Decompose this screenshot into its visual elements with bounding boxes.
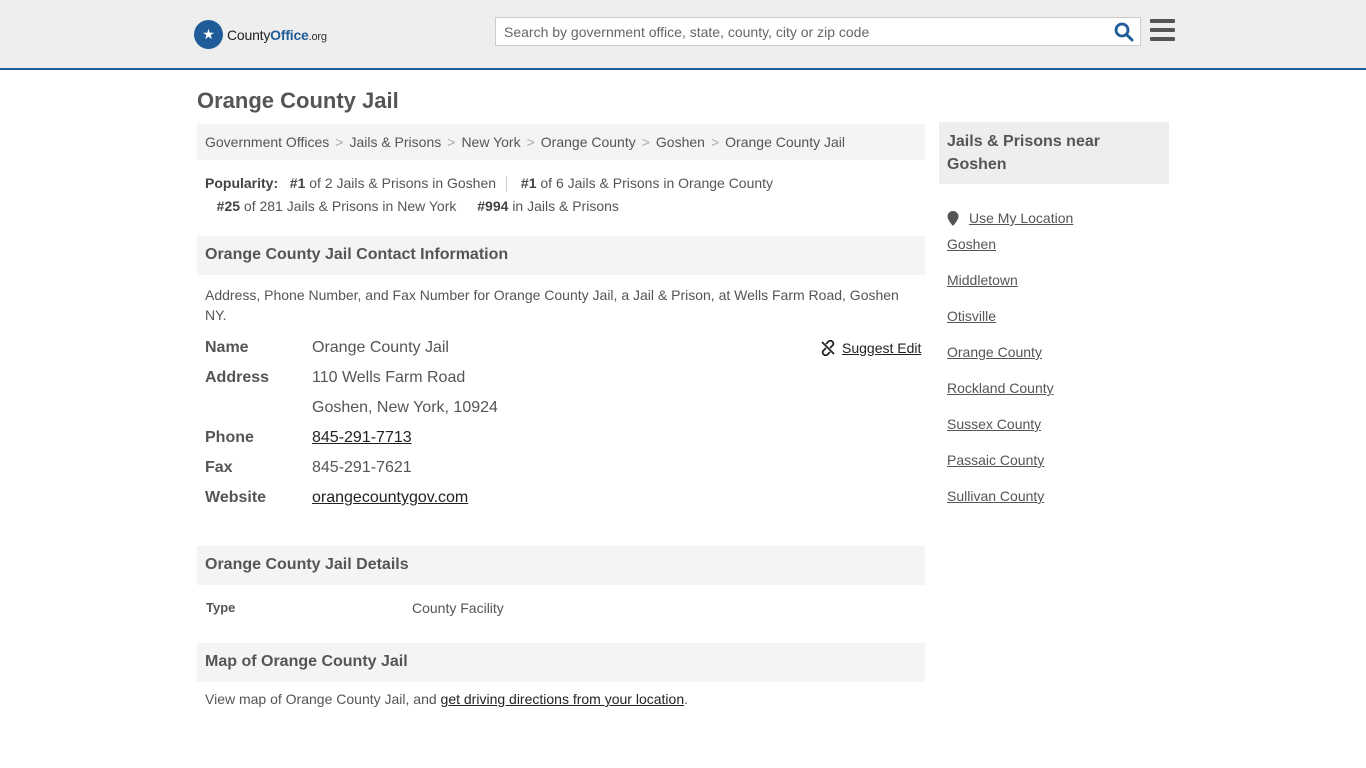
use-my-location-link[interactable]: Use My Location bbox=[969, 210, 1073, 226]
chevron-right-icon: > bbox=[641, 134, 650, 150]
chevron-right-icon: > bbox=[447, 134, 456, 150]
hamburger-menu-icon[interactable] bbox=[1150, 19, 1175, 41]
eagle-badge-icon: ★ bbox=[194, 20, 223, 49]
driving-directions-link[interactable]: get driving directions from your locatio… bbox=[441, 691, 685, 707]
search-box bbox=[495, 17, 1141, 46]
suggest-edit-link[interactable]: Suggest Edit bbox=[842, 340, 921, 356]
name-value: Orange County Jail bbox=[312, 339, 449, 356]
breadcrumb: Government Offices > Jails & Prisons > New Y… bbox=[197, 124, 925, 160]
breadcrumb-new-york[interactable]: New York bbox=[461, 134, 520, 150]
breadcrumb-goshen[interactable]: Goshen bbox=[656, 134, 705, 150]
details-heading: Orange County Jail Details bbox=[197, 546, 925, 585]
sidebar-link-orange-county[interactable]: Orange County bbox=[947, 344, 1042, 360]
page-title: Orange County Jail bbox=[197, 88, 399, 113]
chevron-right-icon: > bbox=[710, 134, 720, 150]
breadcrumb-jails-prisons[interactable]: Jails & Prisons bbox=[349, 134, 441, 150]
popularity-item: #994 in Jails & Prisons bbox=[477, 198, 619, 214]
sidebar-link-goshen[interactable]: Goshen bbox=[947, 236, 996, 252]
type-value: County Facility bbox=[412, 600, 504, 616]
breadcrumb-orange-county[interactable]: Orange County bbox=[541, 134, 636, 150]
sidebar-heading: Jails & Prisons near Goshen bbox=[939, 122, 1169, 184]
popularity: Popularity: #1 of 2 Jails & Prisons in G… bbox=[205, 172, 925, 218]
use-location: Use My Location bbox=[947, 200, 1073, 236]
sidebar-link-otisville[interactable]: Otisville bbox=[947, 308, 996, 324]
contact-description: Address, Phone Number, and Fax Number fo… bbox=[205, 287, 899, 323]
top-header: ★ CountyOffice.org bbox=[0, 0, 1366, 70]
website-link[interactable]: orangecountygov.com bbox=[312, 489, 468, 506]
suggest-edit[interactable]: Suggest Edit bbox=[820, 340, 921, 356]
breadcrumb-current[interactable]: Orange County Jail bbox=[725, 134, 845, 150]
fax-value: 845-291-7621 bbox=[312, 459, 412, 476]
popularity-item: #1 of 2 Jails & Prisons in Goshen bbox=[289, 175, 497, 191]
address-line2: Goshen, New York, 10924 bbox=[312, 399, 498, 416]
popularity-item: #1 of 6 Jails & Prisons in Orange County bbox=[520, 175, 774, 191]
logo-text: CountyOffice.org bbox=[227, 26, 327, 43]
sidebar-link-passaic-county[interactable]: Passaic County bbox=[947, 452, 1044, 468]
sidebar-link-sullivan-county[interactable]: Sullivan County bbox=[947, 488, 1044, 504]
search-input[interactable] bbox=[496, 18, 1096, 45]
map-pin-icon bbox=[947, 210, 959, 226]
popularity-item: #25 of 281 Jails & Prisons in New York bbox=[216, 198, 457, 214]
phone-link[interactable]: 845-291-7713 bbox=[312, 429, 412, 446]
popularity-label: Popularity: bbox=[205, 175, 279, 191]
type-label: Type bbox=[206, 600, 236, 615]
chevron-right-icon: > bbox=[335, 134, 344, 150]
sidebar-link-sussex-county[interactable]: Sussex County bbox=[947, 416, 1041, 432]
broken-link-icon bbox=[821, 340, 835, 356]
site-logo[interactable]: ★ CountyOffice.org bbox=[194, 20, 327, 49]
search-icon[interactable] bbox=[1114, 22, 1134, 42]
map-heading: Map of Orange County Jail bbox=[197, 643, 925, 682]
sidebar-links: Use My Location Goshen Middletown Otisvi… bbox=[947, 200, 1073, 524]
map-description: View map of Orange County Jail, and get … bbox=[205, 691, 688, 707]
sidebar-link-rockland-county[interactable]: Rockland County bbox=[947, 380, 1054, 396]
sidebar-link-middletown[interactable]: Middletown bbox=[947, 272, 1018, 288]
address-line1: 110 Wells Farm Road bbox=[312, 369, 466, 386]
chevron-right-icon: > bbox=[526, 134, 535, 150]
breadcrumb-government-offices[interactable]: Government Offices bbox=[205, 134, 329, 150]
contact-heading: Orange County Jail Contact Information bbox=[197, 236, 925, 275]
